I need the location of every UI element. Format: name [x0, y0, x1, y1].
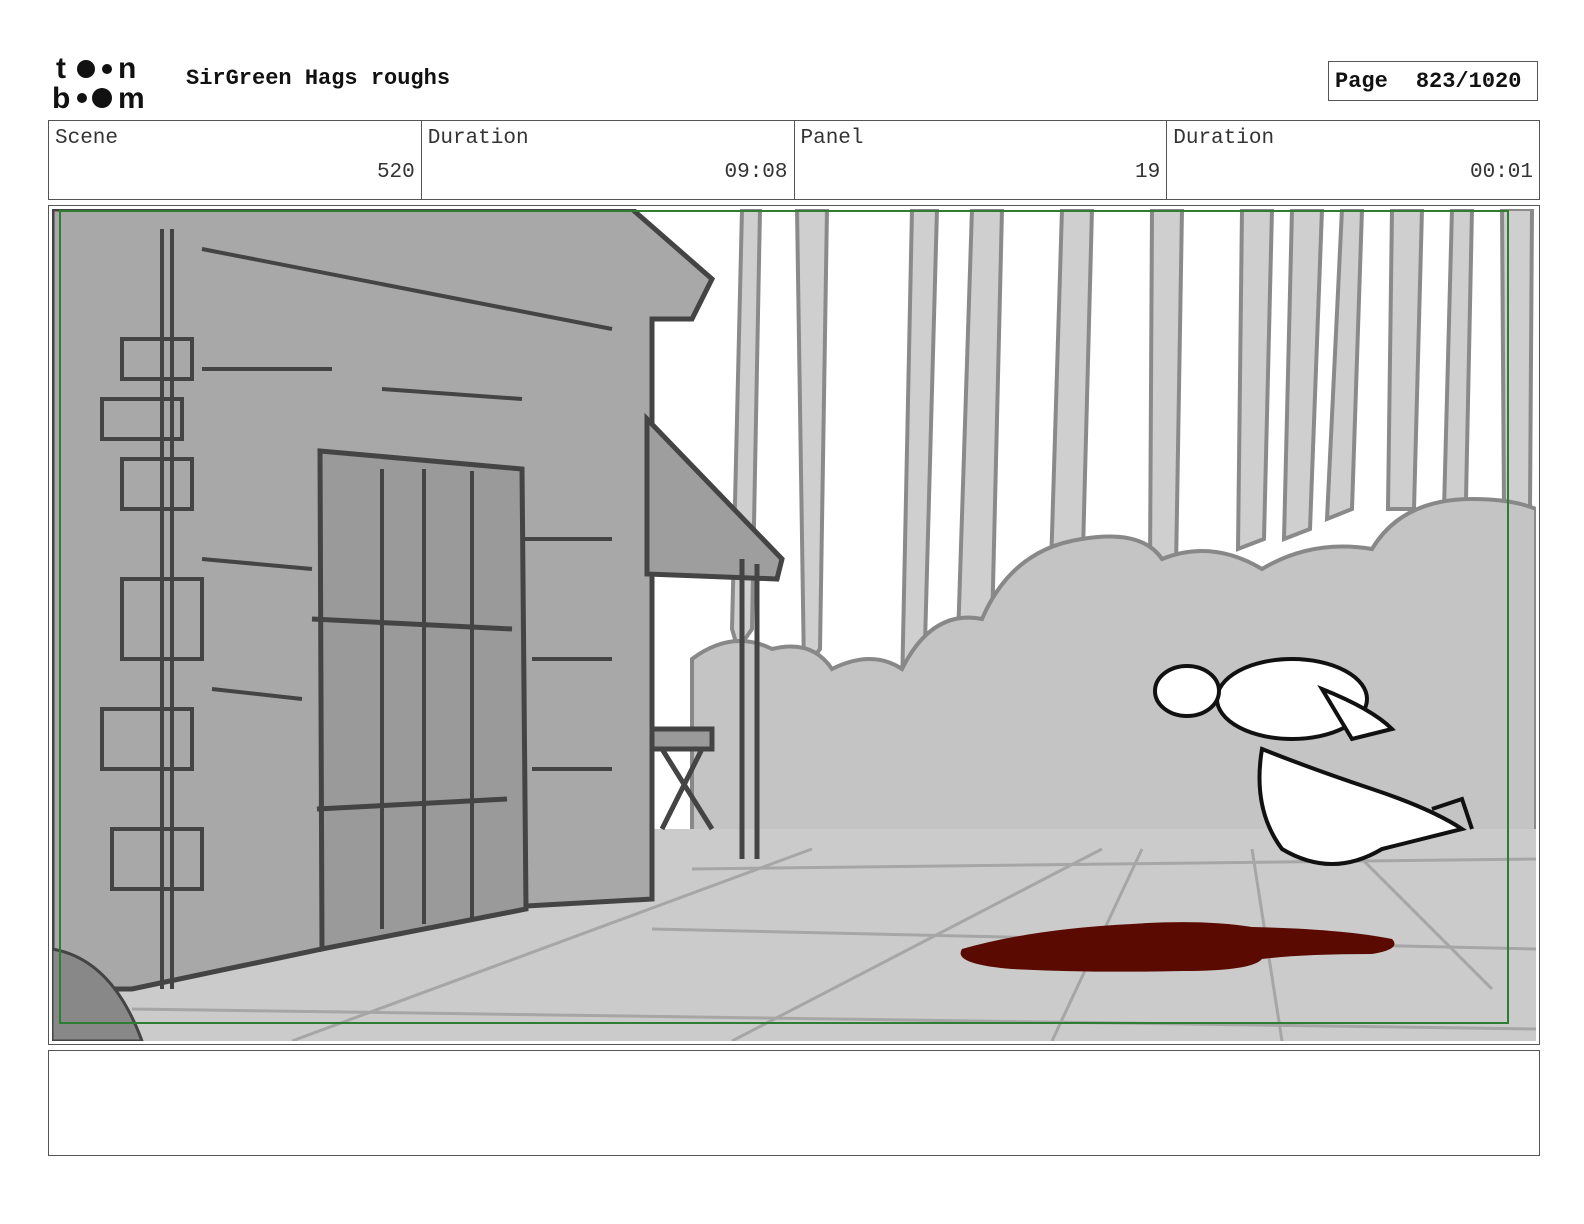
- scene-duration-cell: Duration 09:08: [422, 121, 795, 199]
- project-title: SirGreen Hags roughs: [186, 66, 451, 91]
- scene-label: Scene: [55, 127, 119, 150]
- panel-duration-label: Duration: [1173, 127, 1275, 150]
- panel-duration-cell: Duration 00:01: [1167, 121, 1539, 199]
- panel-duration-value: 00:01: [1469, 161, 1533, 184]
- page-indicator: Page 823/1020: [1328, 61, 1538, 101]
- panel-notes-box[interactable]: [48, 1050, 1540, 1156]
- scene-duration-label: Duration: [427, 127, 529, 150]
- scene-duration-value: 09:08: [724, 161, 788, 184]
- scene-cell: Scene 520: [49, 121, 422, 199]
- panel-label: Panel: [800, 127, 864, 150]
- page-label: Page: [1335, 68, 1388, 94]
- svg-text:n: n: [118, 52, 136, 85]
- svg-text:b: b: [52, 82, 70, 112]
- toonboom-logo: t n b m: [52, 52, 145, 112]
- svg-text:m: m: [118, 82, 145, 112]
- panel-value: 19: [1135, 161, 1161, 184]
- panel-info-row: Scene 520 Duration 09:08 Panel 19 Durati…: [48, 120, 1540, 200]
- storyboard-panel-image: [52, 209, 1536, 1041]
- svg-text:t: t: [56, 52, 66, 85]
- scene-value: 520: [376, 161, 415, 184]
- panel-cell: Panel 19: [795, 121, 1168, 199]
- page-number: 823/1020: [1415, 68, 1522, 94]
